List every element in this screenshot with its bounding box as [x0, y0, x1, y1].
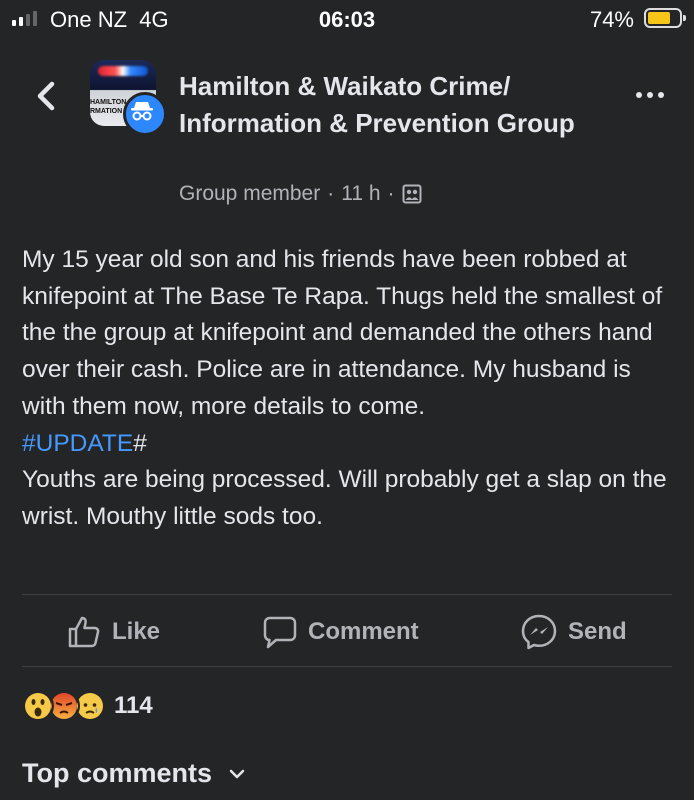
- divider: [22, 666, 672, 667]
- police-lights-image: [98, 66, 148, 76]
- divider: [22, 594, 672, 595]
- comment-sort-dropdown[interactable]: Top comments: [22, 758, 246, 789]
- hashtag-suffix: #: [133, 429, 147, 457]
- send-label: Send: [568, 618, 627, 645]
- comment-button[interactable]: Comment: [262, 606, 419, 658]
- avatar-text: HAMILTON RMATION: [90, 99, 127, 115]
- messenger-icon: [521, 614, 557, 650]
- post-body-text: My 15 year old son and his friends have …: [22, 246, 663, 420]
- more-options-icon[interactable]: [636, 92, 664, 98]
- group-name[interactable]: Hamilton & Waikato Crime/ Information & …: [179, 68, 579, 142]
- group-audience-icon: [402, 184, 422, 204]
- send-button[interactable]: Send: [520, 606, 627, 658]
- chevron-down-icon: [229, 769, 245, 778]
- battery-level: [648, 12, 671, 24]
- reactions-summary[interactable]: 114: [22, 690, 153, 722]
- top-comments-label: Top comments: [22, 758, 213, 788]
- comment-label: Comment: [308, 618, 419, 645]
- thumbs-up-icon: [68, 616, 100, 648]
- like-label: Like: [112, 618, 161, 645]
- member-role[interactable]: Group member: [179, 182, 320, 206]
- post-time[interactable]: 11 h: [341, 182, 380, 206]
- battery-icon: [644, 8, 686, 28]
- hashtag-link[interactable]: #UPDATE: [22, 430, 133, 457]
- chevron-left-icon: [37, 81, 55, 111]
- battery-percent: 74%: [589, 7, 634, 32]
- status-bar: One NZ 4G 06:03 74%: [0, 0, 694, 40]
- back-button[interactable]: [28, 74, 68, 118]
- post-content: My 15 year old son and his friends have …: [22, 242, 672, 536]
- post-actions: Like Comment Send: [0, 606, 694, 658]
- meta-separator: ·: [387, 182, 395, 205]
- reaction-count: 114: [114, 692, 153, 719]
- update-line: #UPDATE#: [22, 426, 672, 463]
- wow-reaction-icon: [22, 690, 54, 722]
- meta-separator: ·: [327, 182, 335, 205]
- like-button[interactable]: Like: [66, 606, 160, 658]
- post-meta: Group member · 11 h ·: [179, 182, 422, 206]
- comment-bubble-icon: [263, 616, 297, 649]
- anonymous-member-icon: [123, 92, 167, 136]
- post-update-text: Youths are being processed. Will probabl…: [22, 466, 667, 530]
